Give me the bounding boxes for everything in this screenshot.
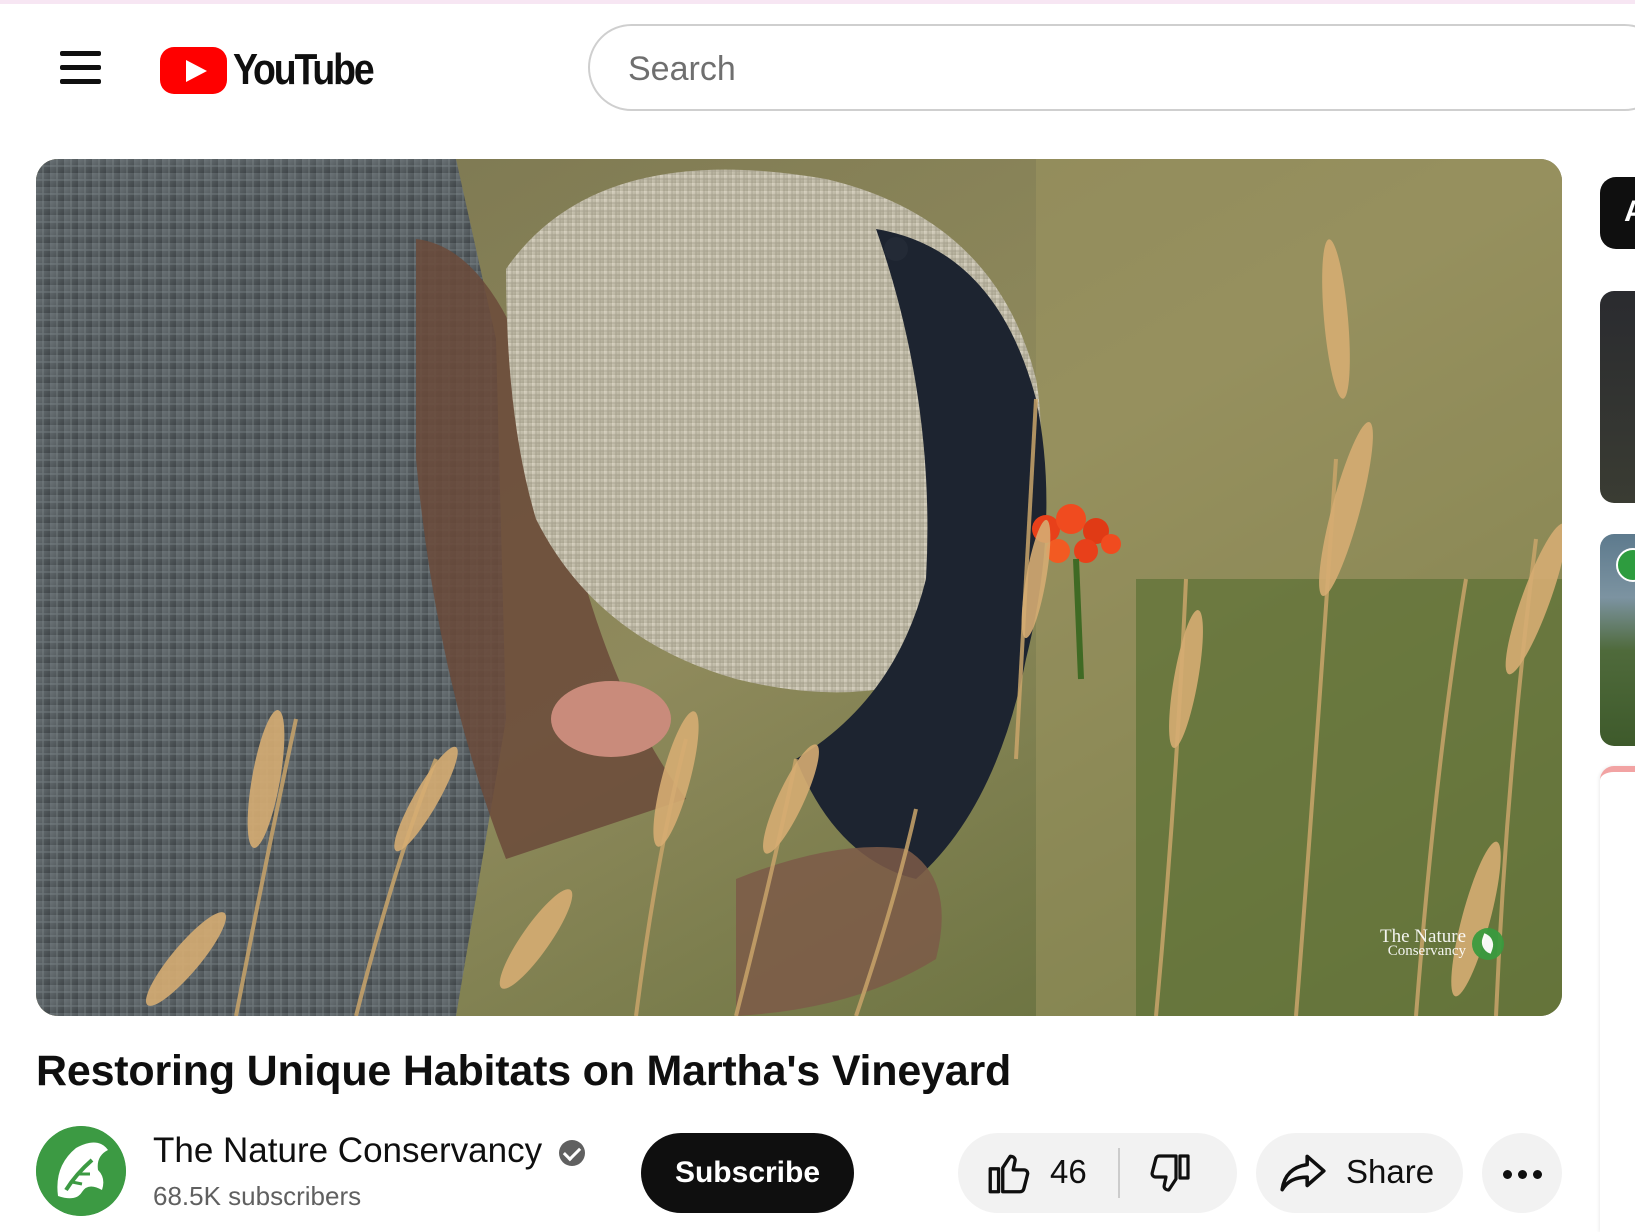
menu-line — [60, 51, 101, 56]
share-arrow-icon — [1280, 1154, 1326, 1192]
like-button[interactable]: 46 — [958, 1133, 1118, 1213]
recommended-video-thumbnail[interactable] — [1600, 534, 1635, 746]
chip-label: A — [1624, 195, 1635, 228]
more-dot — [1533, 1170, 1542, 1179]
like-count: 46 — [1050, 1153, 1087, 1190]
youtube-play-logo-icon — [160, 46, 227, 94]
thumbs-down-icon — [1150, 1154, 1190, 1192]
share-button[interactable]: Share — [1256, 1133, 1463, 1213]
youtube-logo[interactable]: YouTube — [160, 44, 397, 96]
video-frame-image — [36, 159, 1562, 1016]
channel-watermark: The Nature Conservancy — [1380, 926, 1504, 960]
menu-line — [60, 65, 101, 70]
more-dot — [1503, 1170, 1512, 1179]
menu-line — [60, 79, 101, 84]
more-dot — [1518, 1170, 1527, 1179]
watermark-text: The Nature Conservancy — [1380, 926, 1466, 959]
thumbs-up-icon — [988, 1154, 1030, 1194]
watermark-line2: Conservancy — [1387, 943, 1466, 959]
recommended-video-thumbnail[interactable] — [1600, 291, 1635, 503]
top-border — [0, 0, 1635, 4]
channel-name[interactable]: The Nature Conservancy — [153, 1131, 542, 1171]
channel-badge-icon — [1616, 548, 1635, 582]
search-box[interactable] — [588, 24, 1635, 111]
subscribe-button[interactable]: Subscribe — [641, 1133, 854, 1213]
video-title: Restoring Unique Habitats on Martha's Vi… — [36, 1047, 1012, 1095]
verified-badge-icon — [559, 1140, 585, 1166]
youtube-logo-text: YouTube — [233, 45, 375, 94]
channel-avatar[interactable] — [36, 1126, 126, 1216]
video-player[interactable]: The Nature Conservancy — [36, 159, 1562, 1016]
more-actions-button[interactable] — [1482, 1133, 1562, 1213]
hamburger-menu-icon[interactable] — [50, 46, 110, 92]
share-label: Share — [1346, 1153, 1435, 1190]
nature-conservancy-leaf-icon — [1472, 928, 1504, 960]
recommended-video-card[interactable] — [1600, 766, 1635, 1232]
dislike-button[interactable] — [1120, 1133, 1237, 1213]
nature-conservancy-leaf-logo-icon — [36, 1126, 126, 1216]
search-input[interactable] — [626, 40, 1590, 98]
like-dislike-group: 46 — [958, 1133, 1237, 1213]
watermark-line1: The Nature — [1380, 926, 1466, 947]
recommendation-filter-chip[interactable]: A — [1600, 177, 1635, 249]
subscriber-count: 68.5K subscribers — [153, 1181, 362, 1211]
